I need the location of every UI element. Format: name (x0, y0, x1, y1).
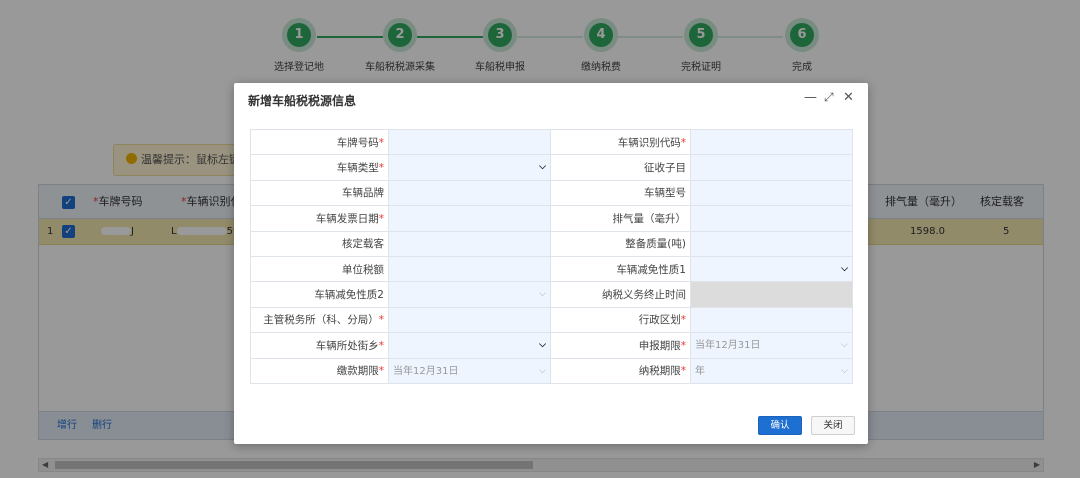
plate-no-input[interactable] (389, 130, 550, 155)
maximize-icon[interactable]: ⤢ (824, 90, 834, 105)
vehicle-type-label: 车辆类型* (250, 154, 389, 181)
chevron-down-icon: ⌵ (841, 263, 848, 274)
curb-weight-label: 整备质量(吨) (550, 230, 691, 257)
filing-period-value: 当年12月31日 (695, 340, 761, 352)
tax-period-value: 年 (695, 365, 705, 377)
vehicle-type-select[interactable]: ⌵ (388, 154, 551, 181)
minimize-icon[interactable]: — (804, 90, 817, 105)
chevron-down-icon: ⌵ (841, 365, 848, 376)
displacement-label: 排气量（毫升） (550, 205, 691, 232)
levy-item-label: 征收子目 (550, 154, 691, 181)
confirm-button[interactable]: 确认 (758, 416, 802, 435)
unit-tax-input[interactable] (389, 256, 550, 282)
exemption2-label: 车辆减免性质2 (250, 281, 389, 308)
street-select[interactable]: ⌵ (388, 332, 551, 359)
tax-period-select[interactable]: 年 ⌵ (690, 357, 853, 384)
chevron-down-icon: ⌵ (539, 365, 546, 376)
curb-weight-input[interactable] (691, 231, 852, 256)
tax-office-input[interactable] (389, 307, 550, 333)
chevron-down-icon: ⌵ (539, 289, 546, 300)
exemption2-select[interactable]: ⌵ (388, 281, 551, 308)
vin-input[interactable] (691, 130, 852, 155)
chevron-down-icon: ⌵ (539, 340, 546, 351)
street-label: 车辆所处街乡* (250, 332, 389, 359)
vehicle-form: 车牌号码* 车辆识别代码* 车辆类型* ⌵ 征收子目 车辆品牌 车辆型号 车辆发… (250, 128, 853, 384)
payment-deadline-select[interactable]: 当年12月31日 ⌵ (388, 357, 551, 384)
exemption1-select[interactable]: ⌵ (690, 255, 853, 283)
close-button[interactable]: 关闭 (811, 416, 855, 435)
invoice-date-label: 车辆发票日期* (250, 205, 389, 232)
brand-label: 车辆品牌 (250, 179, 389, 207)
payment-deadline-label: 缴款期限* (250, 357, 389, 384)
tax-end-time-field (690, 281, 853, 308)
levy-item-input[interactable] (691, 155, 852, 180)
vin-label: 车辆识别代码* (550, 128, 691, 156)
chevron-down-icon: ⌵ (841, 340, 848, 351)
rated-passengers-input[interactable] (389, 231, 550, 256)
brand-input[interactable] (389, 180, 550, 206)
district-input[interactable] (691, 307, 852, 333)
payment-deadline-value: 当年12月31日 (393, 365, 459, 377)
exemption1-label: 车辆减免性质1 (550, 255, 691, 283)
rated-passengers-label: 核定载客 (250, 230, 389, 257)
tax-office-label: 主管税务所（科、分局）* (250, 306, 389, 334)
filing-period-label: 申报期限* (550, 332, 691, 359)
unit-tax-label: 单位税额 (250, 255, 389, 283)
model-label: 车辆型号 (550, 179, 691, 207)
close-icon[interactable]: ✕ (843, 90, 854, 105)
tax-end-time-label: 纳税义务终止时间 (550, 281, 691, 308)
filing-period-select[interactable]: 当年12月31日 ⌵ (690, 332, 853, 359)
tax-period-label: 纳税期限* (550, 357, 691, 384)
district-label: 行政区划* (550, 306, 691, 334)
chevron-down-icon: ⌵ (539, 162, 546, 173)
model-input[interactable] (691, 180, 852, 206)
plate-no-label: 车牌号码* (250, 128, 389, 156)
invoice-date-input[interactable] (389, 206, 550, 231)
add-vehicle-dialog: 新增车船税税源信息 — ⤢ ✕ 车牌号码* 车辆识别代码* 车辆类型* ⌵ 征收… (234, 83, 868, 444)
displacement-input[interactable] (691, 206, 852, 231)
dialog-title: 新增车船税税源信息 (248, 94, 357, 108)
